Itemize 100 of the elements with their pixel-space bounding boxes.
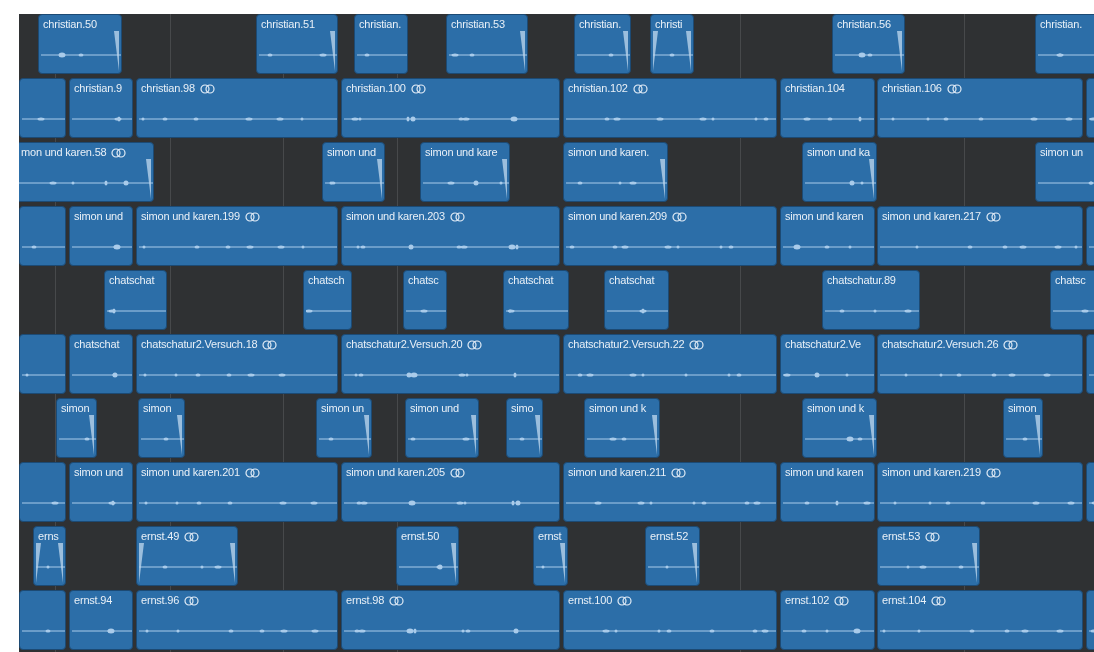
audio-region[interactable]: simon un [316, 398, 372, 458]
audio-region[interactable]: chatsch [303, 270, 352, 330]
audio-region[interactable]: simo [506, 398, 543, 458]
audio-region[interactable]: chatschatur2.Ve [780, 334, 875, 394]
audio-region[interactable]: christian.9 [69, 78, 133, 138]
audio-region[interactable]: simon und karen.205 [341, 462, 560, 522]
audio-region[interactable]: christian. [574, 14, 631, 74]
audio-region[interactable]: chatsc [403, 270, 447, 330]
audio-region[interactable]: simon und karen.203 [341, 206, 560, 266]
region-title: christian.98 [141, 82, 195, 95]
audio-region[interactable]: simon un [1035, 142, 1094, 202]
region-title: simon und karen.211 [568, 466, 667, 479]
audio-region[interactable]: ernst.52 [645, 526, 700, 586]
audio-region[interactable]: simon [138, 398, 185, 458]
audio-region[interactable]: chatschat [503, 270, 569, 330]
region-title: ernst.96 [141, 594, 180, 607]
audio-region[interactable]: christian.50 [38, 14, 122, 74]
region-title: chatschatur2.Ve [785, 338, 861, 351]
audio-region[interactable]: simon und [405, 398, 479, 458]
audio-region[interactable]: chatschat [104, 270, 167, 330]
region-title: simon [1008, 402, 1037, 415]
audio-region[interactable]: christian.104 [780, 78, 875, 138]
region-title: ernst.53 [882, 530, 921, 543]
region-title: ernst.52 [650, 530, 689, 543]
audio-region[interactable]: christian.53 [446, 14, 528, 74]
region-title: christian.50 [43, 18, 97, 31]
audio-region[interactable]: ernst.53 [877, 526, 980, 586]
audio-region[interactable]: simon und [322, 142, 385, 202]
region-title: ernst.49 [141, 530, 180, 543]
audio-region[interactable]: simon und karen [780, 462, 875, 522]
audio-region[interactable]: chatschatur2.Versuch.22 [563, 334, 777, 394]
audio-region[interactable]: simon und ka [802, 142, 877, 202]
region-title: chatschatur.89 [827, 274, 896, 287]
audio-region[interactable]: simon und karen.201 [136, 462, 338, 522]
audio-region[interactable]: christian.106 [877, 78, 1083, 138]
region-title: simon und karen.219 [882, 466, 981, 479]
audio-region[interactable]: ernst.50 [396, 526, 459, 586]
audio-region[interactable]: christian.56 [832, 14, 905, 74]
region-title: simon und k [589, 402, 647, 415]
audio-region[interactable]: chatschatur2.Versuch.20 [341, 334, 560, 394]
audio-region[interactable]: ernst.94 [69, 590, 133, 650]
region-title: christian.102 [568, 82, 628, 95]
audio-region[interactable]: ernst [533, 526, 568, 586]
audio-region[interactable]: simon [1003, 398, 1043, 458]
region-title: simon [143, 402, 172, 415]
region-title: chatschat [609, 274, 655, 287]
audio-region[interactable]: simon und karen [780, 206, 875, 266]
audio-region[interactable]: simon und karen.211 [563, 462, 777, 522]
region-title: simon und k [807, 402, 865, 415]
audio-region[interactable]: simon und k [584, 398, 660, 458]
audio-region[interactable]: chatschat [604, 270, 669, 330]
audio-region[interactable]: simon und [69, 462, 133, 522]
audio-region[interactable]: simon und karen.199 [136, 206, 338, 266]
audio-region[interactable]: christian.51 [256, 14, 338, 74]
region-title: ernst.100 [568, 594, 613, 607]
region-title: christian.51 [261, 18, 315, 31]
audio-region[interactable]: christian.100 [341, 78, 560, 138]
audio-region[interactable]: simon und karen.219 [877, 462, 1083, 522]
audio-region[interactable]: ernst.100 [563, 590, 777, 650]
region-title: erns [38, 530, 59, 543]
audio-region[interactable]: ernst.104 [877, 590, 1083, 650]
region-title: simon und karen [785, 466, 864, 479]
audio-region[interactable]: simon und karen. [563, 142, 668, 202]
region-title: chatsc [408, 274, 439, 287]
region-title: chatschat [109, 274, 155, 287]
audio-region[interactable]: erns [33, 526, 66, 586]
audio-region[interactable]: christian.98 [136, 78, 338, 138]
audio-region[interactable]: simon und karen.209 [563, 206, 777, 266]
region-title: simon un [1040, 146, 1084, 159]
region-title: simon un [321, 402, 365, 415]
region-title: chatschatur2.Versuch.22 [568, 338, 685, 351]
audio-region[interactable]: simon und k [802, 398, 877, 458]
audio-region[interactable]: christian. [354, 14, 408, 74]
audio-region[interactable]: chatschatur2.Versuch.18 [136, 334, 338, 394]
audio-region[interactable]: christian.102 [563, 78, 777, 138]
audio-region[interactable]: ernst.102 [780, 590, 875, 650]
audio-region[interactable]: chatschat [69, 334, 133, 394]
region-title: simon und [74, 466, 123, 479]
audio-region[interactable]: ernst.98 [341, 590, 560, 650]
audio-region[interactable]: christi [650, 14, 694, 74]
region-title: simon und ka [807, 146, 871, 159]
audio-region[interactable]: chatschatur2.Versuch.26 [877, 334, 1083, 394]
audio-region[interactable]: chatschatur.89 [822, 270, 920, 330]
audio-region[interactable]: simon und kare [420, 142, 510, 202]
region-title: ernst.94 [74, 594, 113, 607]
region-title: christian.53 [451, 18, 505, 31]
region-title: simon [61, 402, 90, 415]
region-title: christian. [1040, 18, 1083, 31]
region-title: simo [511, 402, 534, 415]
audio-region[interactable]: christian. [1035, 14, 1094, 74]
audio-region[interactable]: chatsc [1050, 270, 1094, 330]
region-title: chatsch [308, 274, 345, 287]
audio-region[interactable]: simon und [69, 206, 133, 266]
audio-region[interactable]: ernst.49 [136, 526, 238, 586]
audio-region[interactable]: simon [56, 398, 97, 458]
audio-region[interactable]: mon und karen.58 [19, 142, 154, 202]
audio-region[interactable]: simon und karen.217 [877, 206, 1083, 266]
region-title: simon und karen.209 [568, 210, 667, 223]
audio-region[interactable]: ernst.96 [136, 590, 338, 650]
region-title: mon und karen.58 [21, 146, 107, 159]
